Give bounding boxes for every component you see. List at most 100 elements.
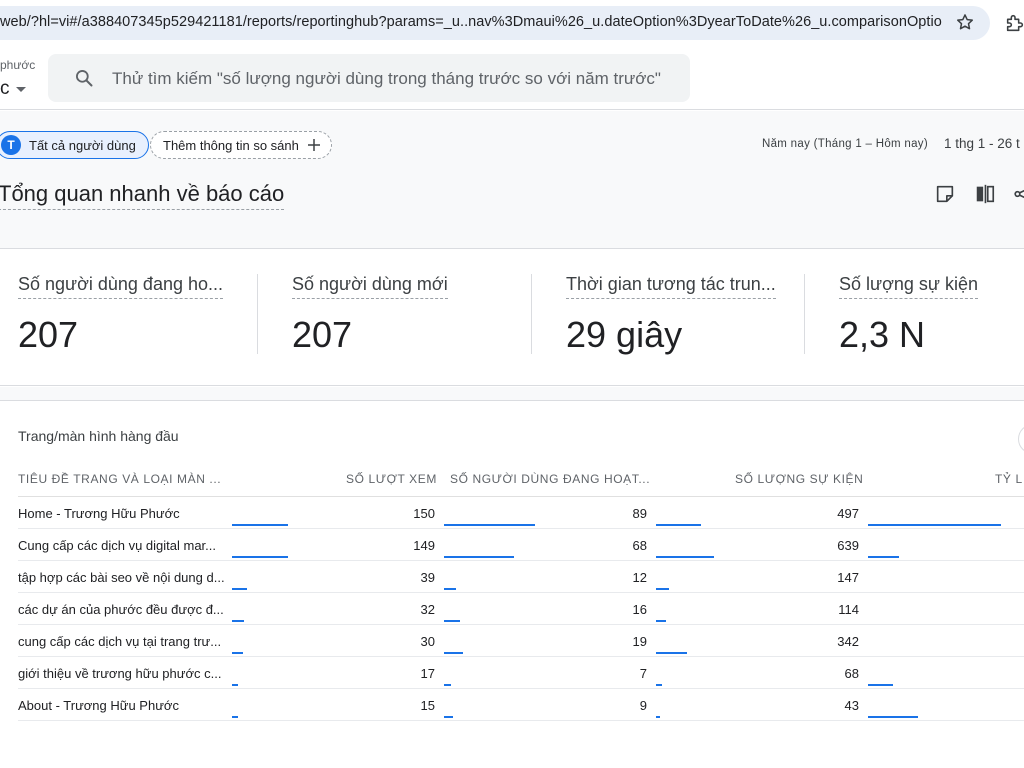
kpi-engagement-time[interactable]: Thời gian tương tác trun... 29 giây	[566, 274, 816, 356]
columns-icon[interactable]	[974, 183, 996, 205]
bar-views	[232, 556, 288, 558]
bar-active-users	[444, 684, 451, 686]
url-text[interactable]: web/?hl=vi#/a388407345p529421181/reports…	[0, 14, 942, 30]
search-icon	[76, 70, 93, 87]
bar-views	[232, 684, 238, 686]
kpi-new-users[interactable]: Số người dùng mới 207	[292, 274, 542, 356]
table-row[interactable]: các dự án của phước đều được đ... 32 16 114	[0, 593, 1024, 625]
cell-page-title[interactable]: About - Trương Hữu Phước	[18, 698, 224, 713]
bar-active-users	[444, 556, 514, 558]
bar-event-count	[656, 652, 687, 654]
column-header-rate[interactable]: TỶ L	[995, 472, 1023, 486]
cell-event-count: 114	[838, 602, 859, 617]
cell-active-users: 12	[632, 570, 647, 585]
table-row[interactable]: tập hợp các bài seo về nội dung d... 39 12…	[0, 561, 1024, 593]
page-title: Tổng quan nhanh về báo cáo	[0, 181, 285, 210]
bar-event-count	[656, 556, 714, 558]
column-header-event-count[interactable]: SỐ LƯỢNG SỰ KIỆN	[735, 472, 863, 486]
table-row[interactable]: Home - Trương Hữu Phước 150 89 497	[0, 497, 1024, 529]
account-name-small: phước	[0, 58, 36, 72]
cell-page-title[interactable]: giới thiệu về trương hữu phước c...	[18, 666, 224, 681]
kpi-divider	[257, 274, 258, 354]
star-icon[interactable]	[955, 12, 975, 32]
column-header-views[interactable]: SỐ LƯỢT XEM	[346, 472, 437, 486]
kpi-value: 29 giây	[566, 314, 683, 355]
all-users-label: Tất cả người dùng	[29, 137, 136, 153]
cell-views: 17	[420, 666, 435, 681]
bar-event-count	[656, 716, 660, 718]
kpi-divider	[804, 274, 805, 354]
bar-event-count	[656, 588, 669, 590]
bar-views	[232, 524, 288, 526]
cell-active-users: 9	[639, 698, 647, 713]
kpi-label: Số người dùng mới	[292, 274, 448, 299]
property-selector[interactable]: c	[0, 78, 26, 100]
cell-page-title[interactable]: tập hợp các bài seo về nội dung d...	[18, 570, 224, 585]
kpi-active-users[interactable]: Số người dùng đang ho... 207	[18, 274, 268, 356]
property-name: c	[0, 78, 10, 99]
date-range-label[interactable]: Năm nay (Tháng 1 – Hôm nay)	[762, 138, 928, 150]
browser-url-bar: web/?hl=vi#/a388407345p529421181/reports…	[0, 0, 1024, 44]
bar-active-users	[444, 716, 453, 718]
cell-views: 15	[420, 698, 435, 713]
cell-event-count: 639	[837, 538, 859, 553]
report-title-bar: Tổng quan nhanh về báo cáo	[0, 167, 1024, 249]
column-header-active-users[interactable]: SỐ NGƯỜI DÙNG ĐANG HOẠT...	[450, 472, 650, 486]
cell-views: 30	[420, 634, 435, 649]
cell-page-title[interactable]: các dự án của phước đều được đ...	[18, 602, 224, 617]
search-placeholder: Thử tìm kiếm "số lượng người dùng trong …	[112, 69, 661, 88]
note-icon[interactable]	[934, 183, 956, 205]
app-header: phước c Thử tìm kiếm "số lượng người dùn…	[0, 44, 1024, 110]
kpi-value: 207	[18, 314, 79, 355]
add-comparison-button[interactable]: Thêm thông tin so sánh	[150, 131, 332, 159]
chevron-down-icon	[15, 86, 26, 92]
bar-active-users	[444, 524, 535, 526]
bar-active-users	[444, 588, 456, 590]
bar-views	[232, 652, 243, 654]
table-row[interactable]: About - Trương Hữu Phước 15 9 43	[0, 689, 1024, 721]
kpi-event-count[interactable]: Số lượng sự kiện 2,3 N	[839, 274, 1024, 356]
cell-page-title[interactable]: Cung cấp các dịch vụ digital mar...	[18, 538, 224, 553]
kpi-summary-card: Số người dùng đang ho... 207 Số người dù…	[0, 250, 1024, 386]
bar-active-users	[444, 652, 463, 654]
section-gap	[0, 387, 1024, 401]
table-row[interactable]: giới thiệu về trương hữu phước c... 17 7 68	[0, 657, 1024, 689]
cell-page-title[interactable]: Home - Trương Hữu Phước	[18, 506, 224, 521]
date-range-value[interactable]: 1 thg 1 - 26 t	[944, 136, 1020, 151]
bar-active-users	[444, 620, 460, 622]
kpi-label: Số lượng sự kiện	[839, 274, 978, 299]
bar-rate	[868, 524, 1001, 526]
segment-avatar: T	[1, 135, 21, 155]
cell-event-count: 147	[837, 570, 859, 585]
scroll-right-button[interactable]	[1018, 424, 1024, 454]
cell-active-users: 68	[632, 538, 647, 553]
bar-views	[232, 716, 238, 718]
row-divider	[18, 720, 1024, 721]
bar-event-count	[656, 620, 666, 622]
column-header-page-title[interactable]: TIÊU ĐỀ TRANG VÀ LOẠI MÀN ...	[18, 472, 221, 486]
kpi-label: Thời gian tương tác trun...	[566, 274, 776, 299]
cell-event-count: 342	[837, 634, 859, 649]
kpi-value: 2,3 N	[839, 314, 926, 355]
table-row[interactable]: cung cấp các dịch vụ tại trang trư... 30 1…	[0, 625, 1024, 657]
puzzle-icon[interactable]	[1004, 12, 1024, 34]
bar-event-count	[656, 684, 662, 686]
cell-event-count: 68	[844, 666, 859, 681]
cell-event-count: 497	[837, 506, 859, 521]
cell-active-users: 89	[632, 506, 647, 521]
cell-event-count: 43	[844, 698, 859, 713]
kpi-label: Số người dùng đang ho...	[18, 274, 224, 299]
bar-views	[232, 588, 247, 590]
bar-rate	[868, 556, 899, 558]
share-icon[interactable]	[1012, 183, 1024, 205]
top-pages-card: Trang/màn hình hàng đầu TIÊU ĐỀ TRANG VÀ…	[0, 402, 1024, 768]
plus-icon	[307, 139, 320, 151]
table-row[interactable]: Cung cấp các dịch vụ digital mar... 149 68…	[0, 529, 1024, 561]
cell-active-users: 7	[639, 666, 647, 681]
kpi-value: 207	[292, 314, 353, 355]
cell-active-users: 19	[632, 634, 647, 649]
cell-views: 149	[413, 538, 435, 553]
all-users-chip[interactable]: T Tất cả người dùng	[0, 131, 149, 159]
search-input[interactable]: Thử tìm kiếm "số lượng người dùng trong …	[48, 54, 690, 102]
cell-page-title[interactable]: cung cấp các dịch vụ tại trang trư...	[18, 634, 224, 649]
